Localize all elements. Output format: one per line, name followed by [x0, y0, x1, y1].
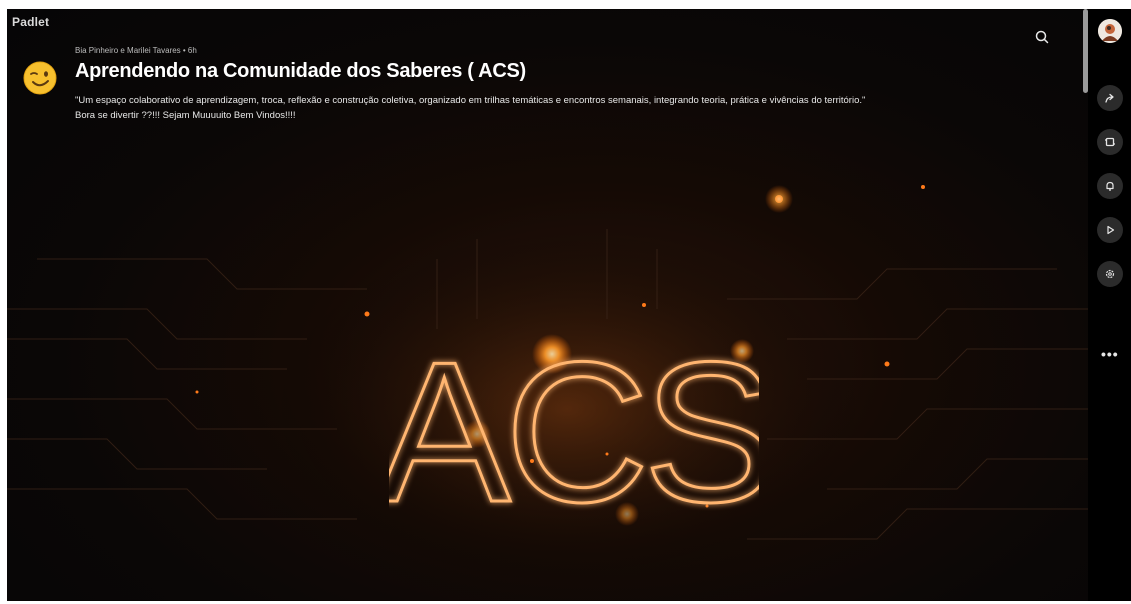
settings-button[interactable]: [1097, 261, 1123, 287]
padlet-logo[interactable]: Padlet: [12, 15, 49, 29]
share-button[interactable]: [1097, 85, 1123, 111]
more-options-button[interactable]: •••: [1101, 346, 1119, 362]
padlet-board: Padlet Bia Pinheiro e Marilei Tavares • …: [7, 9, 1088, 601]
board-author: Bia Pinheiro e Marilei Tavares • 6h: [75, 46, 197, 55]
user-avatar[interactable]: [1098, 19, 1122, 43]
remake-button[interactable]: [1097, 129, 1123, 155]
remake-icon: [1105, 137, 1115, 147]
bell-icon: [1106, 181, 1114, 191]
right-toolbar: •••: [1088, 9, 1131, 601]
hero-wordmark-text: ACS: [389, 321, 759, 511]
description-tagline: Bora se divertir ??!!! Sejam Muuuuito Be…: [75, 110, 296, 121]
board-description: "Um espaço colaborativo de aprendizagem,…: [75, 93, 1035, 123]
winking-face-icon: [23, 61, 57, 95]
search-icon[interactable]: [1032, 27, 1052, 47]
board-title: Aprendendo na Comunidade dos Saberes ( A…: [75, 60, 526, 82]
notifications-button[interactable]: [1097, 173, 1123, 199]
avatar-icon: [1098, 19, 1122, 43]
padlet-window: Padlet Bia Pinheiro e Marilei Tavares • …: [7, 9, 1131, 601]
settings-icon: [1105, 269, 1115, 279]
share-icon: [1105, 93, 1114, 103]
hero-wordmark: ACS: [389, 320, 759, 512]
slideshow-button[interactable]: [1097, 217, 1123, 243]
slideshow-icon: [1107, 225, 1115, 235]
description-text: "Um espaço colaborativo de aprendizagem,…: [75, 95, 866, 106]
